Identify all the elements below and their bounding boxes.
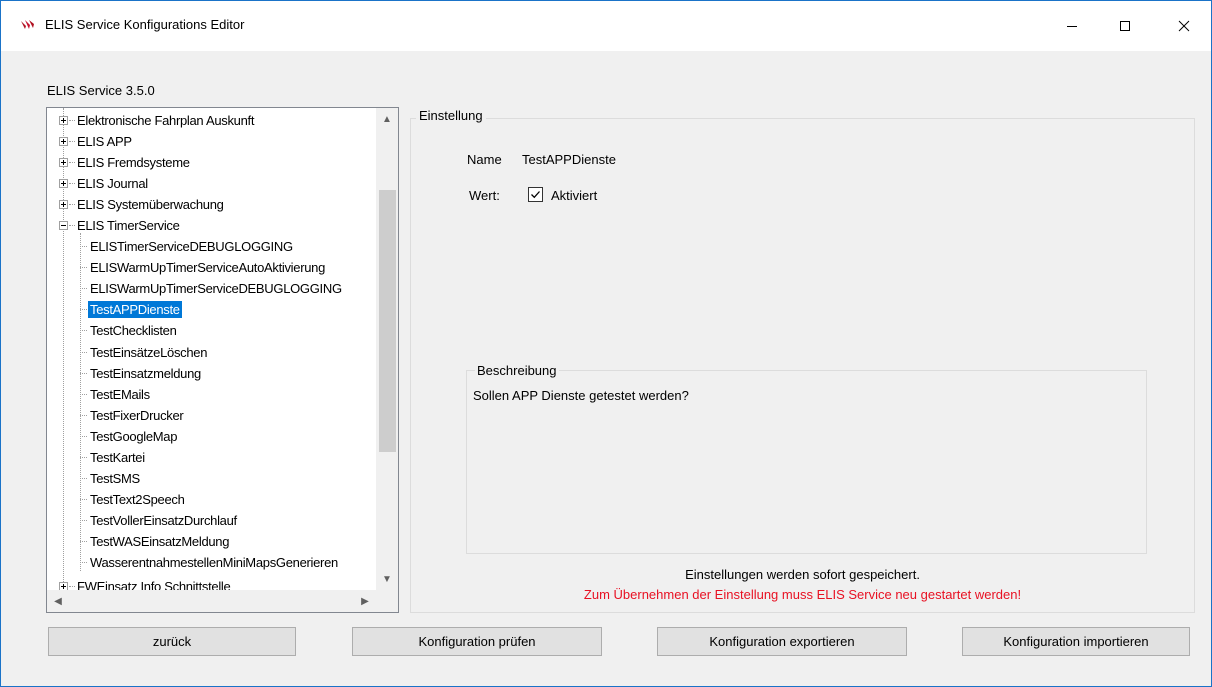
- saved-info-text: Einstellungen werden sofort gespeichert.: [685, 567, 920, 582]
- tree-child[interactable]: TestSMS: [80, 468, 142, 489]
- expand-icon[interactable]: [59, 116, 68, 125]
- activated-checkbox[interactable]: [528, 187, 543, 202]
- tree-child[interactable]: TestGoogleMap: [80, 426, 179, 447]
- tree-node-journal[interactable]: ELIS Journal: [59, 173, 150, 194]
- tree-node-timerservice[interactable]: ELIS TimerService: [59, 215, 182, 236]
- check-config-button[interactable]: Konfiguration prüfen: [352, 627, 602, 656]
- tree-child[interactable]: ELISWarmUpTimerServiceDEBUGLOGGING: [80, 278, 344, 299]
- tree-child[interactable]: ELISTimerServiceDEBUGLOGGING: [80, 236, 295, 257]
- tree-node-fremdsysteme[interactable]: ELIS Fremdsysteme: [59, 152, 192, 173]
- minimize-button[interactable]: [1049, 1, 1095, 51]
- maximize-button[interactable]: [1102, 1, 1148, 51]
- title-bar[interactable]: ELIS Service Konfigurations Editor: [1, 1, 1211, 51]
- scroll-up-icon[interactable]: ▲: [376, 108, 398, 130]
- expand-icon[interactable]: [59, 582, 68, 590]
- close-button[interactable]: [1161, 1, 1207, 51]
- description-title: Beschreibung: [475, 363, 559, 378]
- collapse-icon[interactable]: [59, 221, 68, 230]
- settings-tree[interactable]: Elektronische Fahrplan Auskunft ELIS APP…: [46, 107, 399, 613]
- tree-child[interactable]: WasserentnahmestellenMiniMapsGenerieren: [80, 552, 340, 573]
- tree-vertical-scrollbar[interactable]: ▲ ▼: [376, 108, 398, 590]
- tree-child[interactable]: ELISWarmUpTimerServiceAutoAktivierung: [80, 257, 327, 278]
- scroll-down-icon[interactable]: ▼: [376, 568, 398, 590]
- tree-child[interactable]: TestEinsätzeLöschen: [80, 342, 209, 363]
- tree-horizontal-scrollbar[interactable]: ◀ ▶: [47, 590, 376, 612]
- expand-icon[interactable]: [59, 137, 68, 146]
- expand-icon[interactable]: [59, 200, 68, 209]
- tree-viewport: Elektronische Fahrplan Auskunft ELIS APP…: [47, 108, 376, 590]
- tree-node-fweinsatz[interactable]: FWEinsatz Info Schnittstelle: [59, 576, 232, 590]
- tree-node-app[interactable]: ELIS APP: [59, 131, 134, 152]
- checkmark-icon: [531, 191, 540, 199]
- back-button[interactable]: zurück: [48, 627, 296, 656]
- import-config-button[interactable]: Konfiguration importieren: [962, 627, 1190, 656]
- export-config-button[interactable]: Konfiguration exportieren: [657, 627, 907, 656]
- tree-child-selected[interactable]: TestAPPDienste: [80, 299, 182, 320]
- tree-child[interactable]: TestEMails: [80, 384, 152, 405]
- expand-icon[interactable]: [59, 158, 68, 167]
- name-label: Name: [467, 152, 502, 167]
- version-label: ELIS Service 3.5.0: [47, 83, 155, 98]
- tree-child[interactable]: TestVollerEinsatzDurchlauf: [80, 510, 239, 531]
- tree-child[interactable]: TestChecklisten: [80, 320, 179, 341]
- value-label: Wert:: [469, 188, 500, 203]
- main-window: ELIS Service Konfigurations Editor ELIS …: [0, 0, 1212, 687]
- name-value: TestAPPDienste: [522, 152, 616, 167]
- scroll-right-icon[interactable]: ▶: [354, 590, 376, 612]
- activated-checkbox-label[interactable]: Aktiviert: [551, 188, 597, 203]
- minimize-icon: [1067, 26, 1077, 27]
- scrollbar-thumb[interactable]: [379, 190, 396, 452]
- tree-child[interactable]: TestKartei: [80, 447, 147, 468]
- settings-group-title: Einstellung: [416, 108, 486, 123]
- tree-child[interactable]: TestEinsatzmeldung: [80, 363, 203, 384]
- close-icon: [1178, 20, 1190, 32]
- app-logo-icon: [21, 20, 34, 29]
- tree-child[interactable]: TestWASEinsatzMeldung: [80, 531, 231, 552]
- expand-icon[interactable]: [59, 179, 68, 188]
- window-title: ELIS Service Konfigurations Editor: [45, 17, 245, 32]
- tree-child[interactable]: TestText2Speech: [80, 489, 187, 510]
- scrollbar-corner: [376, 590, 398, 612]
- tree-child[interactable]: TestFixerDrucker: [80, 405, 185, 426]
- tree-node-systemueberwachung[interactable]: ELIS Systemüberwachung: [59, 194, 226, 215]
- description-text: Sollen APP Dienste getestet werden?: [473, 388, 689, 403]
- scroll-left-icon[interactable]: ◀: [47, 590, 69, 612]
- tree-node-fahrplan[interactable]: Elektronische Fahrplan Auskunft: [59, 110, 256, 131]
- restart-warning-text: Zum Übernehmen der Einstellung muss ELIS…: [583, 587, 1022, 602]
- maximize-icon: [1120, 21, 1130, 31]
